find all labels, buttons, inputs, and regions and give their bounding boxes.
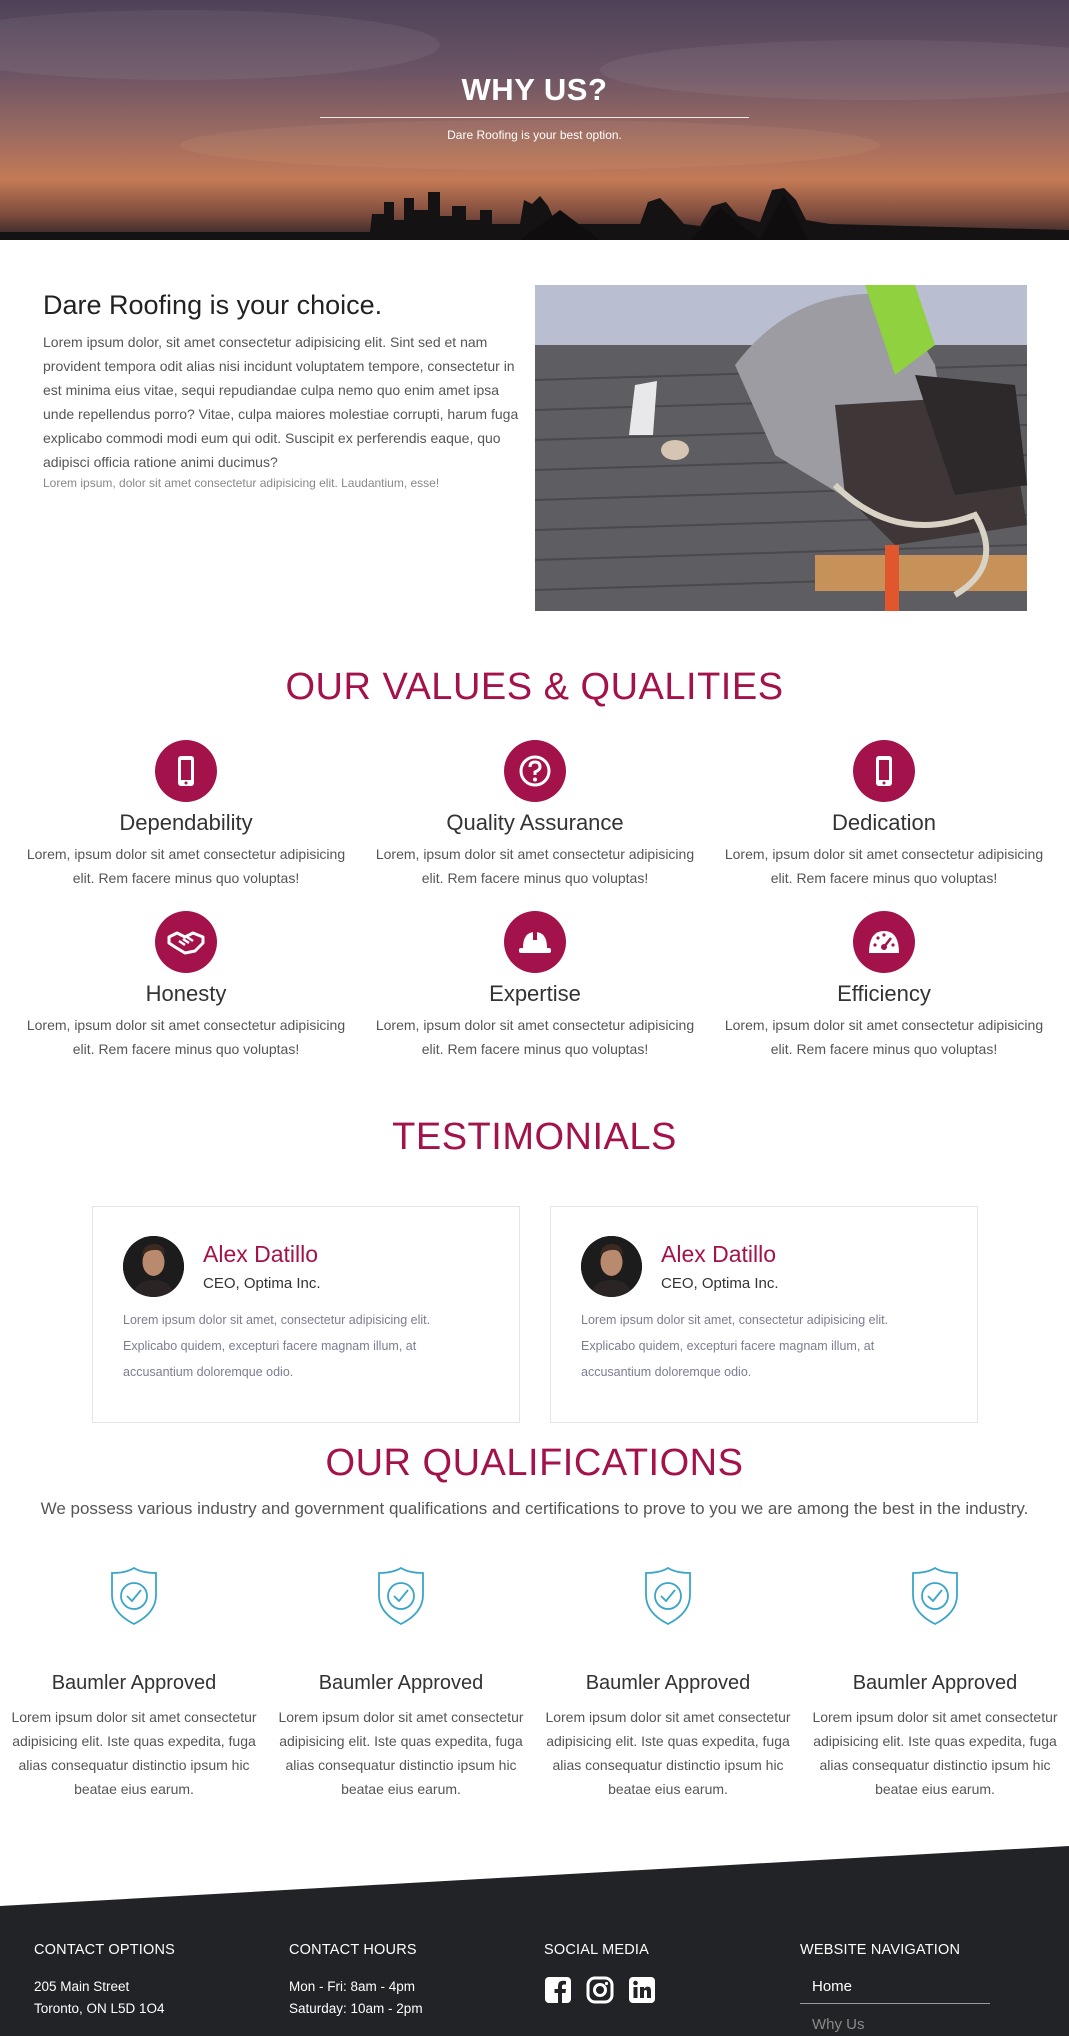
value-title: Dependability xyxy=(119,810,253,835)
value-title: Quality Assurance xyxy=(446,810,624,835)
address-line: 205 Main Street xyxy=(34,1979,130,1994)
nav-link-home[interactable]: Home xyxy=(800,1978,990,2004)
qualification-card: Baumler Approved Lorem ipsum dolor sit a… xyxy=(536,1565,800,1801)
qualification-card: Baumler Approved Lorem ipsum dolor sit a… xyxy=(2,1565,266,1801)
page-subtitle: Dare Roofing is your best option. xyxy=(447,128,622,142)
choice-heading: Dare Roofing is your choice. xyxy=(43,290,383,320)
speedometer-icon xyxy=(853,911,915,973)
choice-note: Lorem ipsum, dolor sit amet consectetur … xyxy=(43,476,440,490)
value-card: Dependability Lorem, ipsum dolor sit ame… xyxy=(16,740,356,890)
value-text: Lorem, ipsum dolor sit amet consectetur … xyxy=(26,1017,346,1057)
mobile-phone-icon xyxy=(155,740,217,802)
qualifications-intro: We possess various industry and governme… xyxy=(40,1499,1029,1518)
qualification-text: Lorem ipsum dolor sit amet consectetur a… xyxy=(11,1709,257,1797)
shield-check-icon xyxy=(912,1566,958,1626)
hero-banner: WHY US? Dare Roofing is your best option… xyxy=(0,0,1069,240)
footer-heading: SOCIAL MEDIA xyxy=(544,1942,649,1958)
qualification-card: Baumler Approved Lorem ipsum dolor sit a… xyxy=(269,1565,533,1801)
shield-check-icon xyxy=(378,1566,424,1626)
qualification-title: Baumler Approved xyxy=(51,1672,217,1694)
hours-line: Mon - Fri: 8am - 4pm xyxy=(289,1979,416,1994)
footer-heading: WEBSITE NAVIGATION xyxy=(800,1942,961,1958)
value-text: Lorem, ipsum dolor sit amet consectetur … xyxy=(375,1017,695,1057)
footer-heading: CONTACT HOURS xyxy=(289,1942,417,1958)
footer-heading: CONTACT OPTIONS xyxy=(34,1942,176,1958)
qualification-title: Baumler Approved xyxy=(852,1672,1018,1694)
qualification-text: Lorem ipsum dolor sit amet consectetur a… xyxy=(545,1709,791,1797)
testimonial-card: Alex Datillo CEO, Optima Inc. Lorem ipsu… xyxy=(550,1206,978,1423)
instagram-icon[interactable] xyxy=(586,1976,614,2004)
qualification-title: Baumler Approved xyxy=(318,1672,484,1694)
value-text: Lorem, ipsum dolor sit amet consectetur … xyxy=(724,1017,1044,1057)
avatar xyxy=(581,1236,642,1297)
value-text: Lorem, ipsum dolor sit amet consectetur … xyxy=(26,846,346,886)
value-card: Honesty Lorem, ipsum dolor sit amet cons… xyxy=(16,911,356,1061)
shield-check-icon xyxy=(645,1566,691,1626)
testimonial-text: Lorem ipsum dolor sit amet, consectetur … xyxy=(123,1313,431,1379)
value-text: Lorem, ipsum dolor sit amet consectetur … xyxy=(375,846,695,886)
qualification-card: Baumler Approved Lorem ipsum dolor sit a… xyxy=(803,1565,1067,1801)
value-title: Efficiency xyxy=(837,981,931,1006)
city-skyline-image xyxy=(0,188,1069,240)
address-line: Toronto, ON L5D 1O4 xyxy=(34,2001,165,2016)
footer-contact-hours: CONTACT HOURS Mon - Fri: 8am - 4pm Satur… xyxy=(289,1942,423,2020)
cloud xyxy=(0,10,440,80)
testimonial-role: CEO, Optima Inc. xyxy=(661,1275,779,1292)
value-card: Efficiency Lorem, ipsum dolor sit amet c… xyxy=(714,911,1054,1061)
handshake-icon xyxy=(155,911,217,973)
facebook-icon[interactable] xyxy=(544,1976,572,2004)
value-title: Expertise xyxy=(489,981,581,1006)
question-circle-icon xyxy=(504,740,566,802)
footer-navigation: WEBSITE NAVIGATION Home Why Us xyxy=(800,1942,990,2033)
testimonial-text: Lorem ipsum dolor sit amet, consectetur … xyxy=(581,1313,889,1379)
testimonial-role: CEO, Optima Inc. xyxy=(203,1275,321,1292)
testimonial-card: Alex Datillo CEO, Optima Inc. Lorem ipsu… xyxy=(92,1206,520,1423)
hard-hat-icon xyxy=(504,911,566,973)
qualification-text: Lorem ipsum dolor sit amet consectetur a… xyxy=(812,1709,1058,1797)
value-card: Expertise Lorem, ipsum dolor sit amet co… xyxy=(365,911,705,1061)
roofer-photo xyxy=(535,285,1027,611)
value-title: Honesty xyxy=(145,981,227,1006)
testimonial-name: Alex Datillo xyxy=(661,1241,777,1267)
page-title: WHY US? xyxy=(461,72,608,107)
nav-link-why-us[interactable]: Why Us xyxy=(800,2016,990,2033)
hours-line: Saturday: 10am - 2pm xyxy=(289,2001,423,2016)
qualification-text: Lorem ipsum dolor sit amet consectetur a… xyxy=(278,1709,524,1797)
mobile-phone-icon xyxy=(853,740,915,802)
title-divider xyxy=(320,117,749,118)
value-title: Dedication xyxy=(832,810,936,835)
testimonial-name: Alex Datillo xyxy=(203,1241,319,1267)
linkedin-icon[interactable] xyxy=(628,1976,656,2004)
shield-check-icon xyxy=(111,1566,157,1626)
testimonials-heading: TESTIMONIALS xyxy=(392,1116,677,1158)
qualifications-heading: OUR QUALIFICATIONS xyxy=(325,1442,744,1484)
value-card: Quality Assurance Lorem, ipsum dolor sit… xyxy=(365,740,705,890)
choice-paragraph: Lorem ipsum dolor, sit amet consectetur … xyxy=(43,334,519,470)
avatar xyxy=(123,1236,184,1297)
qualification-title: Baumler Approved xyxy=(585,1672,751,1694)
values-heading: OUR VALUES & QUALITIES xyxy=(285,666,784,708)
footer-contact-options: CONTACT OPTIONS 205 Main Street Toronto,… xyxy=(34,1942,175,2020)
value-text: Lorem, ipsum dolor sit amet consectetur … xyxy=(724,846,1044,886)
footer-social-media: SOCIAL MEDIA xyxy=(544,1942,656,2004)
value-card: Dedication Lorem, ipsum dolor sit amet c… xyxy=(714,740,1054,890)
